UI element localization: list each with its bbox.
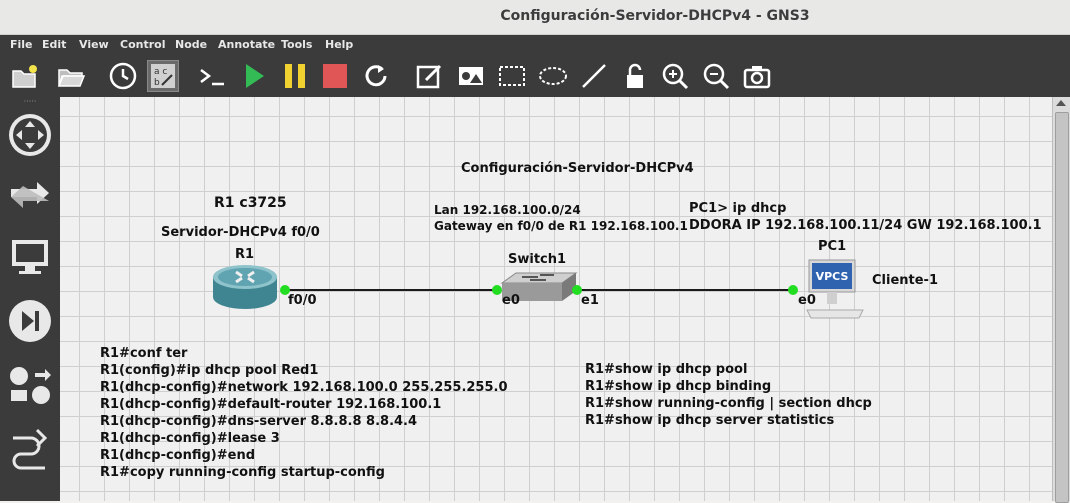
link-r1-switch1[interactable] (285, 289, 497, 291)
snapshot-icon[interactable] (107, 60, 139, 92)
switches-icon[interactable] (4, 169, 56, 221)
draw-ellipse-icon[interactable] (537, 60, 569, 92)
lan-info: Lan 192.168.100.0/24 (434, 203, 581, 217)
gateway-info: Gateway en f0/0 de R1 192.168.100.1 (434, 219, 688, 233)
router-r1-node[interactable] (210, 263, 280, 313)
suspend-icon[interactable] (279, 60, 311, 92)
draw-rectangle-icon[interactable] (496, 60, 528, 92)
menu-bar: File Edit View Control Node Annotate Too… (0, 35, 1070, 55)
start-icon[interactable] (238, 60, 270, 92)
menu-node[interactable]: Node (175, 38, 207, 51)
pc1-node[interactable]: VPCS (805, 258, 865, 322)
device-sidebar: ····· (0, 97, 60, 501)
zoom-out-icon[interactable] (700, 60, 732, 92)
switch-port-a-label: e0 (502, 293, 520, 308)
config-command-1: R1#conf ter (100, 346, 188, 361)
config-command-5: R1(dhcp-config)#dns-server 8.8.8.8 8.8.4… (100, 414, 418, 429)
pc-name: PC1 (818, 239, 847, 254)
scrollbar-thumb[interactable] (1055, 112, 1069, 503)
show-command-4: R1#show ip dhcp server statistics (585, 413, 835, 428)
menu-view[interactable]: View (79, 38, 109, 51)
config-command-8: R1#copy running-config startup-config (100, 465, 385, 480)
router-description: Servidor-DHCPv4 f0/0 (161, 225, 320, 240)
config-command-4: R1(dhcp-config)#default-router 192.168.1… (100, 397, 442, 412)
pc-dhcp-command: PC1> ip dhcp (689, 201, 787, 216)
menu-annotate[interactable]: Annotate (218, 38, 275, 51)
canvas-vertical-scrollbar[interactable] (1052, 97, 1070, 503)
router-port-label: f0/0 (288, 293, 317, 308)
stop-icon[interactable] (319, 60, 351, 92)
menu-file[interactable]: File (10, 38, 33, 51)
menu-control[interactable]: Control (120, 38, 165, 51)
show-command-1: R1#show ip dhcp pool (585, 362, 748, 377)
screenshot-icon[interactable] (741, 60, 773, 92)
config-command-7: R1(dhcp-config)#end (100, 448, 256, 463)
topology-canvas[interactable]: Configuración-Servidor-DHCPv4 R1 c3725 S… (60, 97, 1052, 501)
vpcs-badge: VPCS (815, 270, 849, 283)
window-title: Configuración-Servidor-DHCPv4 - GNS3 (500, 8, 810, 24)
scroll-up-arrow-icon[interactable] (1056, 100, 1066, 106)
menu-tools[interactable]: Tools (281, 38, 312, 51)
add-link-icon[interactable] (4, 423, 56, 475)
draw-line-icon[interactable] (578, 60, 610, 92)
switch-port-a-dot[interactable] (492, 285, 502, 295)
new-project-icon[interactable] (8, 60, 40, 92)
config-command-6: R1(dhcp-config)#lease 3 (100, 431, 280, 446)
config-command-3: R1(dhcp-config)#network 192.168.100.0 25… (100, 380, 508, 395)
svg-text:b: b (154, 78, 160, 88)
menu-help[interactable]: Help (325, 38, 353, 51)
pc-port-label: e0 (798, 293, 816, 308)
show-interface-labels-icon[interactable]: a cb (147, 60, 179, 92)
router-name: R1 (235, 247, 255, 262)
security-devices-icon[interactable] (4, 295, 56, 347)
add-note-icon[interactable] (413, 60, 445, 92)
svg-text:a c: a c (154, 67, 167, 77)
pc-port-dot[interactable] (788, 285, 798, 295)
config-command-2: R1(config)#ip dhcp pool Red1 (100, 363, 319, 378)
lock-icon[interactable] (619, 60, 651, 92)
main-toolbar: a cb (0, 55, 1070, 97)
switch-name: Switch1 (508, 252, 567, 267)
all-devices-icon[interactable] (4, 359, 56, 411)
show-command-2: R1#show ip dhcp binding (585, 379, 772, 394)
show-command-3: R1#show running-config | section dhcp (585, 396, 872, 411)
menu-edit[interactable]: Edit (42, 38, 66, 51)
switch-port-b-label: e1 (581, 293, 599, 308)
console-icon[interactable] (196, 60, 228, 92)
reload-icon[interactable] (360, 60, 392, 92)
routers-icon[interactable] (4, 109, 56, 161)
sidebar-grip: ····· (23, 96, 37, 106)
pc-dhcp-result: DDORA IP 192.168.100.11/24 GW 192.168.10… (689, 218, 1042, 233)
insert-picture-icon[interactable] (455, 60, 487, 92)
end-devices-icon[interactable] (4, 231, 56, 283)
zoom-in-icon[interactable] (659, 60, 691, 92)
pc-label: Cliente-1 (872, 273, 938, 288)
link-switch1-pc1[interactable] (577, 289, 793, 291)
router-model-label: R1 c3725 (214, 195, 287, 211)
window-titlebar: Configuración-Servidor-DHCPv4 - GNS3 (0, 0, 1070, 35)
open-project-icon[interactable] (55, 60, 87, 92)
topology-title: Configuración-Servidor-DHCPv4 (461, 161, 694, 176)
